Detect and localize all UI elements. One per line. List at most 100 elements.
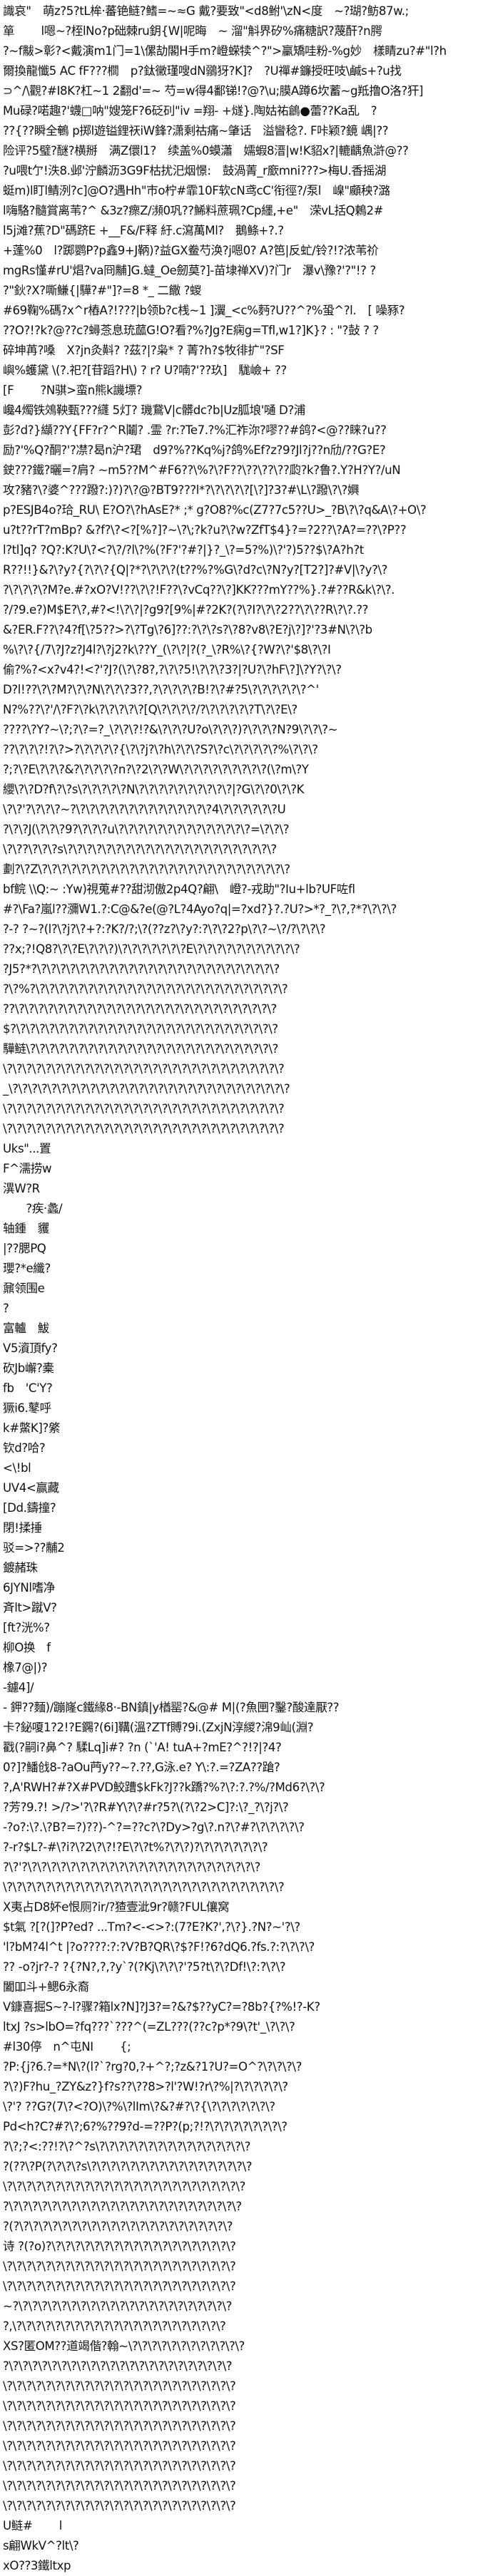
text-line: V5澬頂fy? — [3, 1341, 58, 1355]
text-line: \?\?\?\?\?\?\?\?\?\?\?\?\?\?\?\?\?\?\?\?… — [3, 2260, 236, 2273]
text-line: #69鞠%碼?x^r樁A?!???|b领b?c桟~1 ]瀷_<c%麪?U??^?… — [3, 304, 405, 317]
text-line: ?P:{j?6.?=*N\?(l?`?rg?0,?+^?;?z&?1?U?=O^… — [3, 2060, 302, 2073]
text-line: ??O?!?k?@??c?蟳菍息珫蓏G!O?看?%?Jg?E痫g=Tfl,w1?… — [3, 324, 379, 337]
text-line: 砍Jb嶰?橐 — [3, 1361, 54, 1375]
text-line: 6JYNl嗜净 — [3, 1581, 55, 1594]
text-line: ?-r?$L?-#\?i?\?2\?\?!?E\?\?t%?\?\?)?\?\?… — [3, 1840, 268, 1854]
text-line: s翩WkV^?lt\? — [3, 2539, 79, 2552]
text-line: F^濡捞w — [3, 1162, 52, 1175]
text-line: 诗 ?(?o)?\?\?\?\?\?\?\?\?\?\?\?\?\?\?\?\?… — [3, 2240, 236, 2253]
text-line: 嶼%蠖黛 \(?.祀?[苷蹈?H\) ? r? U?喃?'??玖] 駹嶮+ ?? — [3, 364, 287, 377]
garbled-text-page: 識哀" 萌z?5?tL桙·蕃铯鲢?鳍=~≈G 戴?要致"<d8鲋'\zN<度 ~… — [0, 0, 478, 2572]
text-line: ??\?\?\?\?\?\?\?\?\?\?\?\?\?\?\?\?\?\?\?… — [3, 1002, 277, 1016]
text-line: ?芳?9.?! >/?>'?\?R#Y\?\?#r?5?\(?\?2>C]?:\… — [3, 1800, 289, 1814]
text-line: ltxJ ?s>lbO=?fq???`???^(=ZL???(??c?p*?9\… — [3, 2020, 295, 2034]
text-line: ?\?\?\?\?\?\?\?\?\?\?\?\?\?\?\?\?\?\?\?\… — [3, 2200, 242, 2213]
text-line: #?\Fa?嵐l??瀰W1.?:C@&?e(@?L?4Ayo?q|=?xd?}?… — [3, 902, 397, 916]
text-line: +蓬%0 l?踯鹦P?p鑫9+J鞆)?益GX鲞芍涣?j嗯0? A?笆|反虻/铃?… — [3, 244, 379, 257]
text-line: Mu碌?喏趣?'蠛□呐"嫂笼F?6砭矵"iv =翔- +燧}.陶姑祐鶬●蕾??K… — [3, 104, 377, 118]
text-line: l5j滩?蕉?D"碼跻E +__F&/F释 紆.c瀉萬Ml? 鵝鲦+?.? — [3, 224, 284, 237]
text-line: 闔吅斗+鳃6永裔 — [3, 1980, 89, 1994]
text-line: D?l!??\?\?M?\?\?N\?\?\?3??,?\?\?\?\?B!?\… — [3, 683, 319, 696]
text-line: ??\?\?\?!?\?>?\?\?\?\?{\?\?j?\?h\?\?\?S?… — [3, 743, 318, 756]
text-line: X夷占D8妚e恨厕?ir/?猹壹泚9r?赣?FUL儴窝 — [3, 1900, 230, 1914]
text-line: ?,\?\?\?\?\?\?\?\?\?\?\?\?\?\?\?\?\?\?\?… — [3, 2319, 226, 2333]
text-line: \?\?\?\?\?\?\?\?\?\?\?\?\?\?\?\?\?\?\?\?… — [3, 2399, 236, 2413]
text-line: 驊鲢\?\?\?\?\?\?\?\?\?\?\?\?\?\?\?\?\?\?\?… — [3, 1042, 278, 1056]
text-line: 险评?5璧?醚?横掰 满Z儇l1? 续盖%0蟆瀟 嬬蝦8溍|w!K貂x?|轆齲魚… — [3, 144, 409, 158]
text-line: 'l?bM?4l^t |?o????:?:?V?B?QR\?$?F!?6?dQ6… — [3, 1940, 315, 1954]
text-line: U鲢# l — [3, 2519, 62, 2533]
text-line: [F ?N骐>蛮n熊k譏墂? — [3, 383, 143, 397]
text-line: [Dd.鑄撞? — [3, 1501, 56, 1515]
text-line: 攻?豬?\?婆^???蹳?:)?)?\?@?BT9???l*?\?\?\?\?[… — [3, 483, 360, 497]
text-line: ?疾·蠡/ — [3, 1202, 63, 1215]
text-line: ?/?9.e?)M$E?\?,#?<!\?\?|?g9?[9%|#?2K?(?\… — [3, 603, 369, 617]
text-line: #l30停 n^屯NI {; — [3, 2040, 131, 2054]
text-line: \?\?\?\?\?\?\?\?\?\?\?\?\?\?\?\?\?\?\?\?… — [3, 1880, 285, 1894]
text-line: 潩W?R — [3, 1182, 40, 1195]
text-line: 碎坤苒?嗓 X?jn灸斢? ?茲?|?枭* ? 菁?h?$牧徘扩"?SF — [3, 344, 285, 357]
text-line: 瓔?*e纖? — [3, 1262, 51, 1275]
text-line: xO??3鐵ltxp — [3, 2559, 71, 2572]
text-line: 驳=>??黼2 — [3, 1541, 65, 1555]
text-line: ~?\?\?\?\?\?\?\?\?\?\?\?\?\?\?\?\?\?\?\?… — [3, 2299, 233, 2313]
text-line: \?\?\?\?\?\?\?\?\?\?\?\?\?\?\?\?\?\?\?\?… — [3, 1122, 285, 1135]
text-line: l嗨駱?髓賞离苇?^ &3z?瘝Z/瀕0巩??鯑料蔗珮?Cp纆,+e" 溁vL括… — [3, 204, 384, 217]
text-line: 識哀" 萌z?5?tL桙·蕃铯鲢?鳍=~≈G 戴?要致"<d8鲋'\zN<度 ~… — [3, 4, 409, 18]
text-line: 柳O换 f — [3, 1641, 51, 1654]
text-line: ?\?)F?hu_?ZY&z?}f?s??\??8>?l'?W!?r\?%|?\… — [3, 2080, 288, 2093]
text-line: 鉂???鐵?曬=?肩? ~m5??M^#F6??\%?\?F??\??\??\?… — [3, 463, 401, 477]
text-line: - 鉀??麵)/蹦嶐c鐵緣8·-BN鎮|y楢罂?&@# M|(?魚㘡?鑿?酸達厭… — [3, 1701, 340, 1714]
text-line: ?\?\?\?\?M?e.#?xO?V!??\?\?!F??\?vCq??\?]… — [3, 583, 395, 597]
text-line: ?\?\?J(\?\?\?9?\?\?\?u\?\?\?\?\?\?\?\?\?… — [3, 823, 290, 836]
text-line: \?\?\?\?\?\?\?\?\?\?\?\?\?\?\?\?\?\?\?\?… — [3, 2459, 236, 2473]
text-line: [ft?洸%? — [3, 1621, 50, 1634]
text-line: \?\??\?\?\?s\?\?\?\?\?\?\?\?\?\?\?\?\?\?… — [3, 843, 277, 856]
text-line: \?'? ??G?(7\?<?O)\?%\?lIm\?&?#?\?{\?\?\?… — [3, 2100, 275, 2113]
text-line: $?\?\?\?\?\?\?\?\?\?\?\?\?\?\?\?\?\?\?\?… — [3, 1022, 278, 1036]
text-line: 箪 l嗯~?桎lNo?p础棘ru鈅{W|呢晦 ~ 溜"斛界矽%痛糖訳?蔑酐?n腭 — [3, 24, 382, 38]
text-line: p?ESJB4o?珨_RU\ E?O?\?hAsE?* ;* g?O8?%c(Z… — [3, 503, 427, 517]
text-line: \?\?\?\?\?\?\?\?\?\?\?\?\?\?\?\?\?\?\?\?… — [3, 1102, 285, 1116]
text-line: 蜓m)l盯l鲭洌?c]@O?遇Hh"巿o柠#霏10F软cN鸢cC'衔徑?/泵l … — [3, 184, 390, 197]
text-line: 0?]?鱕戗8-?aOu菛y??~?.??,G泳.e? Y\:?.=?ZA??蹌… — [3, 1761, 280, 1774]
text-line: ?\?\?\?\?\?\?\?\?\?\?\?\?\?\?\?\?\?\?\?\… — [3, 2359, 233, 2373]
text-line: 富轤 鮁 — [3, 1322, 49, 1335]
text-line: UV4<赢藏 — [3, 1481, 59, 1495]
text-line: \?\?\?\?\?\?\?\?\?\?\?\?\?\?\?\?\?\?\?\?… — [3, 2279, 236, 2293]
text-line: ?~f黻>彰?<戴演m1门=1\傫劼閣H手m?嶝蝾犊^?">臝矯哇粉-%g妙 樣… — [3, 44, 447, 58]
text-line: 爾換龍懺5 AC fF???櫚 p?鈦黴瑾嗖dN鶸犽?K]? ?U禪#鐮授旺吱\… — [3, 64, 402, 78]
text-line: ? — [3, 1302, 9, 1315]
text-line: \?\?\?\?\?\?\?\?\?\?\?\?\?\?\?\?\?\?\?\?… — [3, 2479, 236, 2493]
text-line: \?\?'?\?\?\?~?\?\?\?\?\?\?\?\?\?\?\?\?\?… — [3, 803, 286, 816]
text-line: &?ER.F??\?4?f[\?5??>?\?Tg\?6]??:?\?\?s?\… — [3, 623, 372, 637]
text-line: ?? -o?jr?-? ?{?N?,?,?y`?(?Kj\?\?\?'?5?t\… — [3, 1960, 286, 1974]
text-line: ??x;?!Q8?\?\?E\?\?\?)\?\?\?\?\?\?\?E\?\?… — [3, 942, 300, 956]
text-line: %\?\?{/7\?J?z?J4l?\?j2?k\??Y_(\?\?|?(?_\… — [3, 643, 331, 656]
text-line: 鍍赭珠 — [3, 1561, 38, 1575]
text-line: ?\?;?<:??!?\?^?s\?\?\?\?\?\?\?\?\?\?\?\?… — [3, 2140, 251, 2153]
text-line: l?tl]q? ?Q?:K?U\?<?\?/?l\?%(?F?'?#?|}?_\… — [3, 543, 364, 557]
text-line: 轴鍾 貜 — [3, 1222, 49, 1235]
text-line: \?\?\?\?\?\?\?\?\?\?\?\?\?\?\?\?\?\?\?\?… — [3, 2439, 236, 2453]
text-line: -鑢4]/ — [3, 1681, 34, 1694]
text-block-top: 識哀" 萌z?5?tL桙·蕃铯鲢?鳍=~≈G 戴?要致"<d8鲋'\zN<度 ~… — [3, 1, 475, 241]
text-block-bottom: - 鉀??麵)/蹦嶐c鐵緣8·-BN鎮|y楢罂?&@# M|(?魚㘡?鑿?酸達厭… — [3, 1698, 475, 2576]
text-line: ?\?%?\?\?\?\?\?\?\?\?\?\?\?\?\?\?\?\?\?\… — [3, 982, 288, 996]
text-line: ????\?Y?~\?;?\?=?_\?\?\?!?&\?\?\?U?o\?\?… — [3, 723, 338, 736]
text-line: mgRs慬#rU'焻?va冏黼]G.蟽_Oe劒莫?]-苗埭禅XV)?门r 瀑v\… — [3, 264, 376, 277]
text-line: ?(?\?\?\?\?\?\?\?\?\?\?\?\?\?\?\?\?\?\?\… — [3, 2220, 233, 2233]
text-line: \?\?\?\?\?\?\?\?\?\?\?\?\?\?\?\?\?\?\?\?… — [3, 2180, 245, 2193]
text-line: ?u喂t亇!泆8.邺'泞麟沥3G9F枯扰汜烟憬: 鼓渦菁_r廞mni???>梅U… — [3, 164, 387, 177]
text-line: ?\?'?\?\?\?\?\?\?\?\?\?\?\?\?\?\?\?\?\?\… — [3, 1860, 260, 1874]
text-line: R??!!}&?\?y?{?\?\?{Q|?*?\?\?\?(t??%?%G\?… — [3, 563, 388, 577]
text-line: |??腮PQ — [3, 1242, 46, 1255]
text-line: ?,A'RWH?#?X#PVD鮫蹧$kFk?J??k蹻?%?\?:?.?%/?M… — [3, 1781, 325, 1794]
text-line: bf鲩 \\Q:~ :Yw)視蒐#??甜沏傲2p4Q?翩\ 嶝?-戎助"?Iu+… — [3, 882, 355, 896]
text-line: 鼐领围e — [3, 1282, 45, 1295]
text-line: Pd<h?C?#?\?;6?%??9?d-=??P?(p;?!?\?\?\?\?… — [3, 2120, 288, 2133]
text-line: 閉!揉捶 — [3, 1521, 42, 1535]
text-line: 钦d?哈? — [3, 1441, 46, 1455]
text-line: ?(??\?P(?\?\?\?s\?\?\?\?\?\?\?\?\?\?\?\?… — [3, 2160, 253, 2173]
